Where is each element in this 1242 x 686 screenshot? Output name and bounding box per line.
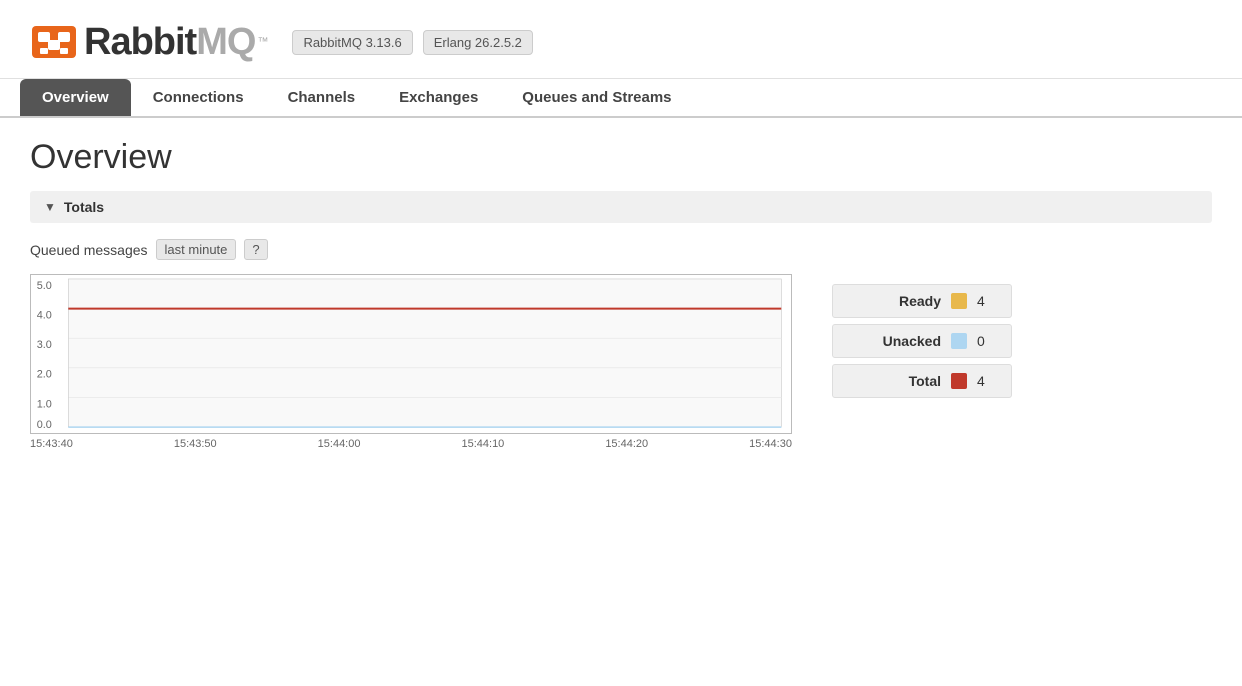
- time-range-badge[interactable]: last minute: [156, 239, 237, 260]
- x-label-5: 15:44:30: [749, 438, 792, 450]
- chart-container: 5.0 4.0 3.0 2.0 1.0 0.0: [30, 274, 792, 450]
- legend-unacked-value: 0: [977, 333, 997, 349]
- x-label-4: 15:44:20: [605, 438, 648, 450]
- tab-exchanges[interactable]: Exchanges: [377, 79, 500, 116]
- legend-ready-value: 4: [977, 293, 997, 309]
- erlang-badge: Erlang 26.2.5.2: [423, 30, 533, 55]
- tab-overview[interactable]: Overview: [20, 79, 131, 116]
- x-label-1: 15:43:50: [174, 438, 217, 450]
- x-label-3: 15:44:10: [461, 438, 504, 450]
- svg-text:2.0: 2.0: [37, 369, 52, 381]
- legend-ready-color: [951, 293, 967, 309]
- section-title: Totals: [64, 199, 104, 215]
- nav-bar: Overview Connections Channels Exchanges …: [0, 79, 1242, 118]
- help-badge[interactable]: ?: [244, 239, 267, 260]
- rabbitmq-logo-icon: [30, 18, 78, 66]
- x-label-2: 15:44:00: [318, 438, 361, 450]
- logo-rabbit-text: Rabbit: [84, 21, 196, 64]
- legend-ready: Ready 4: [832, 284, 1012, 318]
- tab-queues-streams[interactable]: Queues and Streams: [500, 79, 693, 116]
- content-area: Overview ▼ Totals Queued messages last m…: [0, 118, 1242, 470]
- svg-text:1.0: 1.0: [37, 398, 52, 410]
- svg-text:4.0: 4.0: [37, 309, 52, 321]
- legend-total-value: 4: [977, 373, 997, 389]
- legend-unacked-label: Unacked: [847, 333, 941, 349]
- chart-legend: Ready 4 Unacked 0 Total 4: [832, 284, 1012, 398]
- svg-text:3.0: 3.0: [37, 339, 52, 351]
- svg-text:0.0: 0.0: [37, 419, 52, 431]
- collapse-arrow-icon: ▼: [44, 200, 56, 214]
- legend-total-color: [951, 373, 967, 389]
- legend-total-label: Total: [847, 373, 941, 389]
- legend-ready-label: Ready: [847, 293, 941, 309]
- x-label-0: 15:43:40: [30, 438, 73, 450]
- queued-messages-row: Queued messages last minute ?: [30, 239, 1212, 260]
- header: RabbitMQ™ RabbitMQ 3.13.6 Erlang 26.2.5.…: [0, 0, 1242, 79]
- queued-messages-chart: 5.0 4.0 3.0 2.0 1.0 0.0: [30, 274, 792, 434]
- logo: RabbitMQ™: [30, 18, 268, 66]
- svg-text:5.0: 5.0: [37, 280, 52, 292]
- chart-area: 5.0 4.0 3.0 2.0 1.0 0.0: [30, 274, 1212, 450]
- chart-x-labels: 15:43:40 15:43:50 15:44:00 15:44:10 15:4…: [30, 434, 792, 450]
- tab-connections[interactable]: Connections: [131, 79, 266, 116]
- queued-messages-label: Queued messages: [30, 242, 148, 258]
- legend-total: Total 4: [832, 364, 1012, 398]
- legend-unacked-color: [951, 333, 967, 349]
- logo-mq-text: MQ: [196, 21, 255, 64]
- legend-unacked: Unacked 0: [832, 324, 1012, 358]
- version-badge: RabbitMQ 3.13.6: [292, 30, 412, 55]
- tab-channels[interactable]: Channels: [266, 79, 378, 116]
- logo-tm: ™: [257, 36, 268, 48]
- page-title: Overview: [30, 138, 1212, 177]
- totals-section-header[interactable]: ▼ Totals: [30, 191, 1212, 223]
